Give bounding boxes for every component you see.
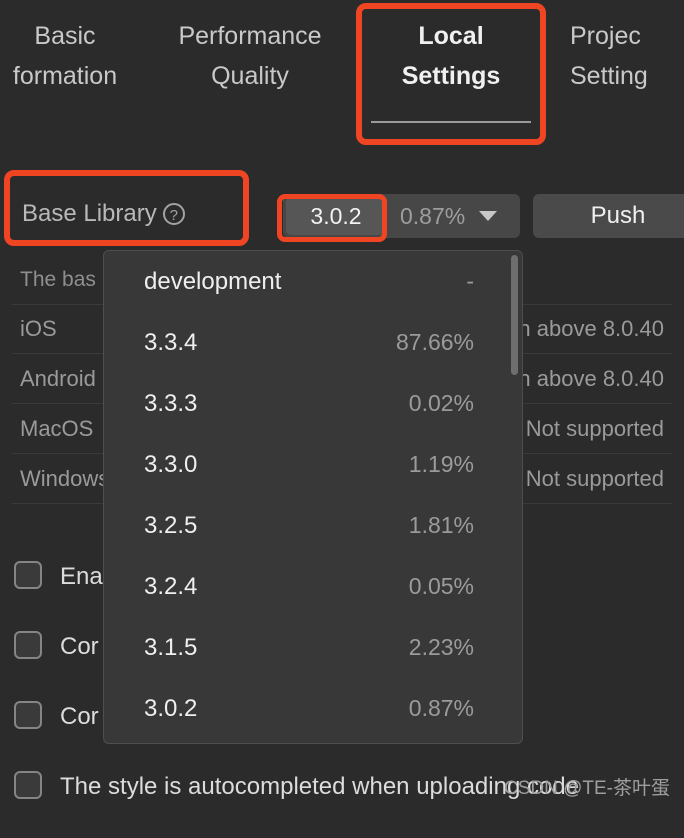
push-button[interactable]: Push — [533, 194, 684, 238]
version-option-315[interactable]: 3.1.5 2.23% — [104, 617, 522, 678]
base-library-version-select[interactable]: 3.0.2 0.87% — [283, 194, 520, 238]
tab-label-line1: Projec — [570, 22, 641, 50]
tab-label-line2: Settings — [401, 62, 501, 90]
version-option-334[interactable]: 3.3.4 87.66% — [104, 312, 522, 373]
version-option-share: 87.66% — [395, 329, 474, 355]
platform-support-value: Not supported — [525, 415, 664, 441]
chevron-down-icon[interactable] — [479, 211, 498, 221]
version-option-name: 3.2.5 — [144, 511, 198, 539]
platform-name: iOS — [20, 316, 57, 341]
tab-label-line2: Quality — [211, 62, 289, 90]
checkbox-label: Cor — [60, 703, 99, 730]
version-option-share: - — [466, 268, 474, 294]
base-library-version-dropdown[interactable]: development - 3.3.4 87.66% 3.3.3 0.02% 3… — [103, 250, 523, 744]
question-mark-circle-icon[interactable]: ? — [162, 203, 185, 225]
platform-name: Android — [20, 365, 96, 391]
base-library-label-text: Base Library — [22, 200, 157, 227]
tab-bar: Basic formation Performance Quality Loca… — [0, 0, 684, 150]
version-option-name: 3.3.4 — [144, 328, 198, 356]
checkbox[interactable] — [14, 561, 42, 589]
platform-support-value: on above 8.0.40 — [506, 365, 664, 391]
checkbox-label: Cor — [60, 633, 99, 660]
dropdown-scrollbar[interactable] — [511, 255, 518, 741]
version-option-share: 0.05% — [408, 573, 474, 599]
version-option-name: 3.2.4 — [144, 572, 198, 600]
selected-version-chip[interactable]: 3.0.2 — [286, 197, 386, 235]
dropdown-scrollbar-thumb[interactable] — [511, 255, 518, 375]
base-library-row: Base Library ? 3.0.2 0.87% Push — [0, 186, 684, 248]
version-option-name: 3.0.2 — [144, 694, 198, 722]
platform-support-value: on above 8.0.40 — [506, 316, 664, 341]
version-option-development[interactable]: development - — [104, 251, 522, 312]
watermark: CSDN @TE-茶叶蛋 — [503, 778, 670, 799]
version-option-share: 2.23% — [408, 634, 474, 660]
version-option-333[interactable]: 3.3.3 0.02% — [104, 373, 522, 434]
checkbox[interactable] — [14, 701, 42, 729]
version-option-324[interactable]: 3.2.4 0.05% — [104, 556, 522, 617]
tab-local-settings[interactable]: Local Settings — [366, 0, 536, 150]
platform-support-value: Not supported — [525, 465, 664, 491]
platform-name: MacOS — [20, 415, 94, 441]
version-option-name: 3.3.0 — [144, 450, 198, 478]
checkbox-label: Ena — [60, 563, 103, 590]
version-option-share: 0.02% — [408, 390, 474, 416]
checkbox-label: The style is autocompleted when uploadin… — [60, 773, 579, 800]
selected-version-share: 0.87% — [400, 202, 466, 229]
tab-performance-quality[interactable]: Performance Quality — [150, 0, 350, 150]
tab-active-underline — [371, 121, 531, 123]
version-option-name: development — [144, 267, 282, 295]
base-library-description: The bas — [20, 268, 96, 291]
tab-label-line1: Performance — [178, 22, 322, 50]
version-option-325[interactable]: 3.2.5 1.81% — [104, 495, 522, 556]
version-option-302[interactable]: 3.0.2 0.87% — [104, 678, 522, 739]
tab-label-line2: Setting — [570, 62, 648, 90]
checkbox[interactable] — [14, 771, 42, 799]
version-option-330[interactable]: 3.3.0 1.19% — [104, 434, 522, 495]
version-option-list: development - 3.3.4 87.66% 3.3.3 0.02% 3… — [104, 251, 522, 739]
tab-label-line1: Local — [418, 22, 484, 50]
tab-label-line1: Basic — [34, 22, 96, 50]
version-option-share: 0.87% — [408, 695, 474, 721]
platform-name: Windows — [20, 465, 110, 491]
version-option-share: 1.81% — [408, 512, 474, 538]
version-option-name: 3.3.3 — [144, 389, 198, 417]
tab-label-line2: formation — [12, 62, 118, 90]
checkbox[interactable] — [14, 631, 42, 659]
tab-project-settings[interactable]: Projec Setting — [560, 0, 684, 150]
base-library-label: Base Library ? — [22, 200, 185, 228]
version-option-share: 1.19% — [408, 451, 474, 477]
version-option-name: 3.1.5 — [144, 633, 198, 661]
tab-basic-information[interactable]: Basic formation — [0, 0, 160, 150]
